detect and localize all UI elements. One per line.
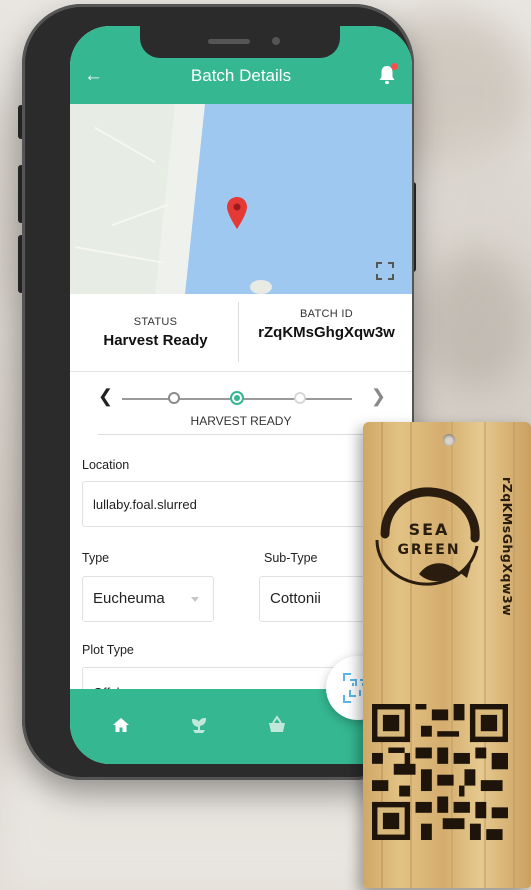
location-field[interactable]: lullaby.foal.slurred [82, 481, 400, 527]
divider [98, 434, 382, 435]
bell-icon[interactable] [378, 63, 398, 86]
chevron-left-icon[interactable]: ❮ [98, 386, 113, 407]
status-block: STATUS Harvest Ready [70, 294, 241, 372]
camera [272, 37, 280, 45]
fullscreen-icon[interactable] [376, 262, 394, 280]
page-title: Batch Details [190, 66, 292, 85]
sea-green-logo: SEA GREEN [375, 487, 480, 586]
tag-batch-id: rZqKMsGhgXqw3w [500, 477, 515, 617]
map-view[interactable] [70, 104, 412, 294]
home-icon[interactable] [110, 714, 132, 736]
notification-dot [391, 63, 398, 70]
stepper-step-previous[interactable] [168, 392, 180, 404]
stepper-current-label: HARVEST READY [190, 414, 292, 428]
batch-id-block: BATCH ID rZqKMsGhgXqw3w [241, 294, 412, 372]
location-label: Location [82, 458, 130, 472]
batch-id-label: BATCH ID [300, 308, 353, 320]
chevron-right-icon[interactable]: ❯ [371, 386, 386, 407]
type-label: Type [82, 551, 110, 565]
phone-frame: ← Batch Details STATUS Harvest Ready BAT… [22, 4, 414, 780]
plot-type-label: Plot Type [82, 643, 134, 657]
divider [238, 302, 239, 362]
map-island [250, 280, 272, 294]
seedling-icon[interactable] [188, 714, 210, 736]
stepper-step-current[interactable] [230, 391, 244, 405]
batch-summary: STATUS Harvest Ready BATCH ID rZqKMsGhgX… [70, 294, 412, 372]
tag-hole [443, 434, 455, 446]
app-screen: ← Batch Details STATUS Harvest Ready BAT… [70, 26, 412, 764]
background-blur [420, 250, 530, 390]
status-label: STATUS [133, 316, 178, 328]
qr-code [372, 704, 508, 840]
type-select[interactable]: Eucheuma [82, 576, 214, 622]
batch-id-value: rZqKMsGhgXqw3w [258, 324, 395, 341]
status-stepper: ❮ ❯ HARVEST READY [70, 372, 412, 442]
wooden-qr-tag: SEA GREEN rZqKMsGhgXqw3w [363, 422, 531, 888]
chevron-down-icon [191, 597, 199, 602]
type-value: Eucheuma [93, 590, 165, 607]
map-pin-icon[interactable] [226, 196, 248, 230]
speaker [208, 39, 250, 44]
stepper-step-next[interactable] [294, 392, 306, 404]
logo-text: SEA [409, 520, 450, 539]
subtype-label: Sub-Type [264, 551, 318, 565]
subtype-value: Cottonii [270, 590, 321, 607]
phone-notch [140, 26, 340, 58]
location-value: lullaby.foal.slurred [93, 497, 197, 512]
logo-text: GREEN [397, 542, 460, 558]
basket-icon[interactable] [266, 714, 288, 736]
status-value: Harvest Ready [103, 332, 208, 349]
